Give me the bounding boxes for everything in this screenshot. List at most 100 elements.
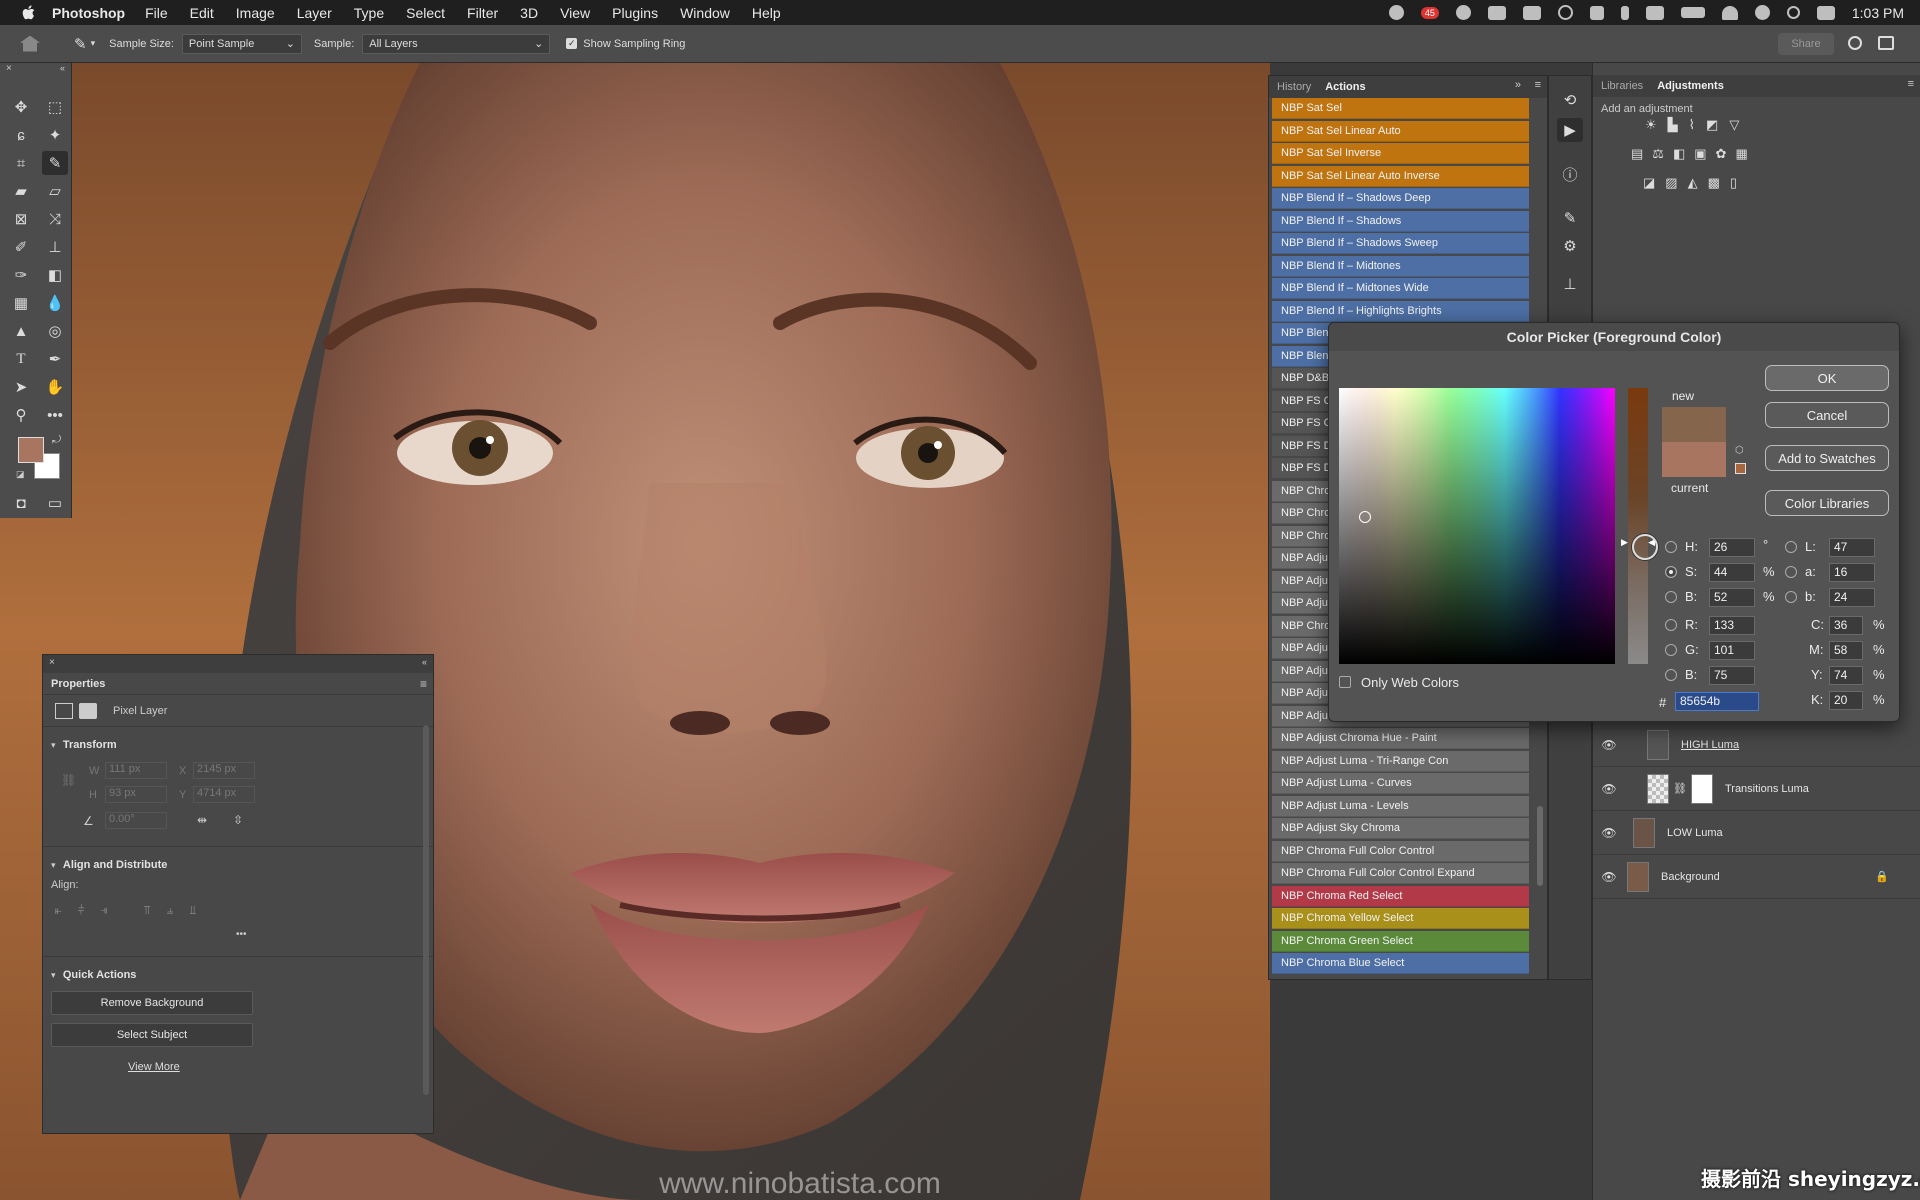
chevron-down-icon[interactable]: ▾	[51, 740, 56, 750]
swap-colors-icon[interactable]: ⤾	[52, 434, 61, 447]
move-tool-icon[interactable]: ✥	[8, 95, 34, 119]
volume-icon[interactable]	[1589, 5, 1604, 20]
menu-type[interactable]: Type	[354, 5, 384, 21]
action-item[interactable]: NBP Blend If – Shadows	[1272, 210, 1529, 232]
frame-tool-icon[interactable]: ⊠	[8, 207, 34, 231]
brush-tool-icon[interactable]: ✐	[8, 235, 34, 259]
layer-row[interactable]: 👁 HIGH Luma	[1593, 723, 1920, 767]
content-aware-move-icon[interactable]: ⤨	[42, 207, 68, 231]
action-item[interactable]: NBP Adjust Luma - Levels	[1272, 795, 1529, 817]
apple-icon[interactable]	[18, 4, 40, 22]
levels-icon[interactable]: ▙	[1668, 117, 1678, 133]
foreground-color-swatch[interactable]	[18, 437, 44, 463]
action-item[interactable]: NBP Blend If – Midtones Wide	[1272, 278, 1529, 299]
app-menu[interactable]: Photoshop	[52, 5, 125, 21]
cancel-button[interactable]: Cancel	[1765, 402, 1889, 428]
action-item[interactable]: NBP Sat Sel Linear Auto	[1272, 120, 1529, 142]
quick-mask-icon[interactable]: ◘	[8, 491, 34, 515]
menu-window[interactable]: Window	[680, 5, 730, 21]
action-item[interactable]: NBP Blend If – Shadows Deep	[1272, 188, 1529, 209]
h-radio[interactable]	[1665, 541, 1677, 553]
home-icon[interactable]	[20, 35, 40, 52]
flip-horizontal-icon[interactable]: ⇹	[197, 813, 207, 827]
selective-color-icon[interactable]: ▩	[1708, 175, 1720, 191]
layer-row[interactable]: 👁 Background 🔒	[1593, 855, 1920, 899]
web-colors-checkbox[interactable]	[1339, 676, 1351, 688]
share-button[interactable]: Share	[1778, 33, 1834, 55]
menu-image[interactable]: Image	[236, 5, 275, 21]
hue-slider[interactable]	[1628, 388, 1648, 664]
blue-radio[interactable]	[1665, 669, 1677, 681]
x-field[interactable]: 2145 px	[193, 762, 255, 779]
layer-name[interactable]: Background	[1661, 871, 1720, 883]
eyedropper-icon[interactable]: ✎	[74, 35, 87, 53]
panel-menu-icon[interactable]: ≡	[420, 677, 427, 691]
curves-icon[interactable]: ⌇	[1689, 117, 1695, 133]
info-panel-icon[interactable]: ⓘ	[1557, 162, 1583, 186]
blue-field[interactable]: 75	[1709, 666, 1755, 685]
control-center-icon[interactable]	[1816, 5, 1835, 20]
dodge-tool-icon[interactable]: ▲	[8, 319, 34, 343]
menu-plugins[interactable]: Plugins	[612, 5, 658, 21]
angle-field[interactable]: 0.00°	[105, 812, 167, 829]
b-radio[interactable]	[1665, 591, 1677, 603]
blur-tool-icon[interactable]: 💧	[42, 291, 68, 315]
action-item[interactable]: NBP Chroma Full Color Control Expand	[1272, 863, 1529, 884]
k-field[interactable]: 20	[1829, 691, 1863, 710]
action-item[interactable]: NBP Adjust Chroma Hue - Paint	[1272, 728, 1529, 749]
eraser-tool-icon[interactable]: ◧	[42, 263, 68, 287]
history-brush-icon[interactable]: ✑	[8, 263, 34, 287]
expand-icon[interactable]: »	[1515, 79, 1521, 91]
cloud-icon[interactable]	[1487, 5, 1506, 20]
bluetooth-icon[interactable]	[1620, 5, 1629, 20]
visibility-eye-icon[interactable]: 👁	[1599, 870, 1619, 884]
brightness-icon[interactable]: ☀	[1645, 117, 1657, 133]
action-item[interactable]: NBP Sat Sel	[1272, 98, 1529, 119]
b-field[interactable]: 52	[1709, 588, 1755, 607]
a-field[interactable]: 16	[1829, 563, 1875, 582]
crop-tool-icon[interactable]: ⌗	[8, 151, 34, 175]
r-radio[interactable]	[1665, 619, 1677, 631]
action-item[interactable]: NBP Chroma Green Select	[1272, 930, 1529, 952]
brush-settings-icon[interactable]: ✎	[1557, 206, 1583, 230]
menu-edit[interactable]: Edit	[190, 5, 214, 21]
record-icon[interactable]	[1388, 5, 1404, 20]
default-colors-icon[interactable]: ◪	[16, 469, 25, 480]
photo-filter-icon[interactable]: ✿	[1716, 146, 1727, 162]
s-field[interactable]: 44	[1709, 563, 1755, 582]
chevron-down-icon[interactable]: ▾	[91, 38, 96, 49]
close-icon[interactable]: ×	[49, 657, 55, 668]
eyedropper-tool-icon[interactable]: ✎	[42, 151, 68, 175]
type-tool-icon[interactable]: T	[8, 347, 34, 371]
hue-saturation-icon[interactable]: ⚖	[1652, 146, 1664, 162]
a-radio[interactable]	[1785, 566, 1797, 578]
search-icon[interactable]	[1848, 36, 1862, 50]
menu-3d[interactable]: 3D	[520, 5, 538, 21]
more-options-icon[interactable]: •••	[236, 929, 247, 940]
tab-adjustments[interactable]: Adjustments	[1657, 80, 1724, 92]
collapse-icon[interactable]: «	[60, 63, 65, 73]
visibility-eye-icon[interactable]: 👁	[1599, 826, 1619, 840]
remove-background-button[interactable]: Remove Background	[51, 991, 253, 1015]
search-icon[interactable]	[1786, 6, 1800, 19]
y-field[interactable]: 4714 px	[193, 786, 255, 803]
patch-tool-icon[interactable]: ▱	[42, 179, 68, 203]
l-field[interactable]: 47	[1829, 538, 1875, 557]
clone-stamp-icon[interactable]: ⊥	[42, 235, 68, 259]
align-left-icon[interactable]: ⫦	[55, 903, 62, 918]
gradient-fill-icon[interactable]: ▯	[1730, 175, 1737, 191]
clock[interactable]: 1:03 PM	[1852, 5, 1904, 21]
tab-actions[interactable]: Actions	[1325, 81, 1365, 93]
channel-mixer-icon[interactable]: ▦	[1735, 146, 1747, 162]
align-right-icon[interactable]: ⫣	[101, 903, 108, 918]
g-field[interactable]: 101	[1709, 641, 1755, 660]
layer-name[interactable]: LOW Luma	[1667, 827, 1723, 839]
current-color-swatch[interactable]	[1662, 442, 1726, 477]
magic-wand-icon[interactable]: ✦	[42, 123, 68, 147]
select-subject-button[interactable]: Select Subject	[51, 1023, 253, 1047]
action-item[interactable]: NBP Adjust Luma - Curves	[1272, 773, 1529, 794]
m-field[interactable]: 58	[1829, 641, 1863, 660]
clone-source-icon[interactable]: ⊥	[1557, 272, 1583, 296]
color-balance-icon[interactable]: ◧	[1673, 146, 1685, 162]
chevron-down-icon[interactable]: ▾	[51, 970, 56, 980]
